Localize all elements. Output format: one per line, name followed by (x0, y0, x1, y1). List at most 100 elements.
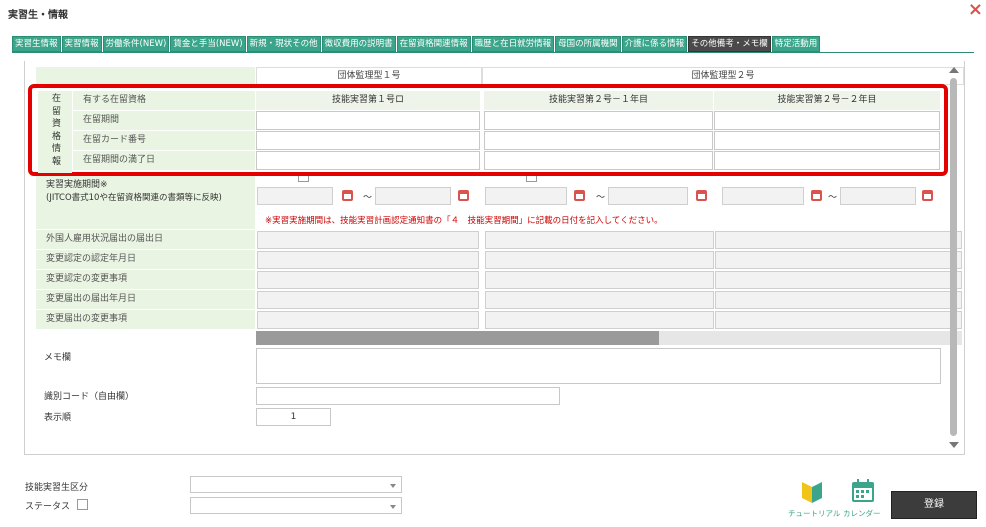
period-end-3[interactable] (840, 187, 916, 205)
row-label-card-number: 在留カード番号 (73, 131, 255, 151)
period-end-1[interactable] (375, 187, 451, 205)
period-input-2[interactable] (484, 111, 713, 130)
scroll-down-icon[interactable] (949, 442, 959, 448)
row-label-expiry: 在留期間の満了日 (73, 151, 255, 171)
employment-report-2[interactable] (485, 231, 714, 249)
calendar-large-icon[interactable] (851, 478, 875, 504)
code-label: 識別コード（自由欄） (44, 392, 135, 402)
row-label-change-report-items: 変更届出の変更事項 (36, 310, 255, 330)
tutorial-label[interactable]: チュートリアル (788, 508, 840, 519)
row-label-period: 在留期間 (73, 111, 255, 131)
expiry-input-1[interactable] (256, 151, 480, 170)
order-input[interactable]: 1 (256, 408, 331, 426)
change-cert-date-2[interactable] (485, 251, 714, 269)
card-number-input-3[interactable] (714, 131, 940, 150)
tutorial-icon[interactable] (800, 478, 824, 504)
dialog-title: 実習生・情報 (8, 10, 68, 21)
header-group2: 団体監理型２号 (482, 67, 964, 85)
tab-specified-activity[interactable]: 特定活動用 (771, 36, 821, 52)
expiry-input-3[interactable] (714, 151, 940, 170)
section-char: 情 (52, 144, 62, 154)
calendar-icon[interactable] (574, 190, 585, 201)
row-label-status: 有する在留資格 (73, 91, 255, 111)
tab-fee-explanation[interactable]: 徴収費用の説明書 (321, 36, 396, 52)
change-cert-date-1[interactable] (257, 251, 479, 269)
employment-report-1[interactable] (257, 231, 479, 249)
tab-residence-status[interactable]: 在留資格関連情報 (396, 36, 471, 52)
header-blank (36, 67, 255, 85)
calendar-icon[interactable] (922, 190, 933, 201)
period-end-2[interactable] (608, 187, 688, 205)
expiry-input-2[interactable] (484, 151, 713, 170)
tab-labor-conditions[interactable]: 労働条件(NEW) (102, 36, 170, 52)
change-cert-items-2[interactable] (485, 271, 714, 289)
vertical-scroll-thumb[interactable] (950, 78, 957, 436)
residence-section-label: 在 留 資 格 情 報 (38, 91, 72, 173)
period-input-3[interactable] (714, 111, 940, 130)
change-report-date-1[interactable] (257, 291, 479, 309)
memo-textarea[interactable] (256, 348, 941, 384)
code-input[interactable] (256, 387, 560, 405)
change-report-date-3[interactable] (715, 291, 962, 309)
period-input-1[interactable] (256, 111, 480, 130)
tab-other-memo[interactable]: その他備考・メモ欄 (688, 36, 771, 52)
tab-career[interactable]: 職歴と在日就労情報 (471, 36, 555, 52)
change-report-date-2[interactable] (485, 291, 714, 309)
section-char: 留 (52, 106, 62, 117)
order-label: 表示順 (44, 413, 72, 423)
change-report-items-1[interactable] (257, 311, 479, 329)
section-char: 資 (52, 119, 62, 129)
horizontal-scroll-thumb[interactable] (256, 331, 659, 345)
dialog: 実習生・情報 × 実習生情報 実習情報 労働条件(NEW) 賃金と手当(NEW)… (0, 0, 986, 527)
period-start-3[interactable] (722, 187, 804, 205)
change-report-items-3[interactable] (715, 311, 962, 329)
change-cert-items-1[interactable] (257, 271, 479, 289)
tab-new-other[interactable]: 新規・現状その他 (246, 36, 321, 52)
period-start-2[interactable] (485, 187, 567, 205)
residence-status-highlight: 在 留 資 格 情 報 有する在留資格 在留期間 在留カード番号 在留期間の満了… (28, 84, 948, 176)
calendar-icon[interactable] (696, 190, 707, 201)
row-label-change-cert-date: 変更認定の認定年月日 (36, 250, 255, 270)
status-checkbox[interactable] (77, 499, 88, 510)
change-report-items-2[interactable] (485, 311, 714, 329)
calendar-label[interactable]: カレンダー (843, 508, 881, 519)
scroll-up-icon[interactable] (949, 67, 959, 73)
calendar-icon[interactable] (342, 190, 353, 201)
tab-wages[interactable]: 賃金と手当(NEW) (170, 36, 246, 52)
tab-trainee-info[interactable]: 実習生情報 (12, 36, 61, 52)
status-select[interactable] (190, 497, 402, 514)
trainee-type-label: 技能実習生区分 (25, 483, 89, 493)
employment-report-3[interactable] (715, 231, 962, 249)
change-cert-date-3[interactable] (715, 251, 962, 269)
status-value-2: 技能実習第２号－１年目 (484, 91, 713, 110)
row-label-change-cert-items: 変更認定の変更事項 (36, 270, 255, 290)
tab-home-institution[interactable]: 母国の所属機関 (555, 36, 621, 52)
calendar-icon[interactable] (811, 190, 822, 201)
vertical-scrollbar[interactable] (947, 64, 961, 450)
section-char: 格 (52, 131, 62, 142)
tab-bar: 実習生情報 実習情報 労働条件(NEW) 賃金と手当(NEW) 新規・現状その他… (12, 36, 821, 52)
trainee-type-select[interactable] (190, 476, 402, 493)
period-start-1[interactable] (257, 187, 333, 205)
register-button[interactable]: 登録 (891, 491, 977, 519)
header-group1: 団体監理型１号 (256, 67, 482, 85)
close-icon[interactable]: × (968, 0, 983, 20)
row-label-employment-report: 外国人雇用状況届出の届出日 (36, 230, 255, 250)
memo-label: メモ欄 (44, 353, 72, 363)
section-char: 在 (52, 94, 62, 104)
change-cert-items-3[interactable] (715, 271, 962, 289)
status-value-3: 技能実習第２号－２年目 (714, 91, 940, 110)
training-note: ※実習実施期間は、技能実習計画認定通知書の「４ 技能実習期間」に記載の日付を記入… (265, 216, 663, 226)
tab-training-info[interactable]: 実習情報 (61, 36, 102, 52)
card-number-input-1[interactable] (256, 131, 480, 150)
tab-nursing[interactable]: 介護に係る情報 (621, 36, 688, 52)
tab-divider (12, 52, 974, 53)
section-char: 報 (52, 156, 62, 167)
tilde: 〜 (596, 193, 606, 203)
training-period-label: 実習実施期間※ (46, 180, 108, 190)
card-number-input-2[interactable] (484, 131, 713, 150)
tilde: 〜 (363, 193, 373, 203)
training-period-sublabel: (JITCO書式10や在留資格関連の書類等に反映) (46, 193, 222, 203)
calendar-icon[interactable] (458, 190, 469, 201)
horizontal-scrollbar[interactable] (256, 331, 962, 345)
